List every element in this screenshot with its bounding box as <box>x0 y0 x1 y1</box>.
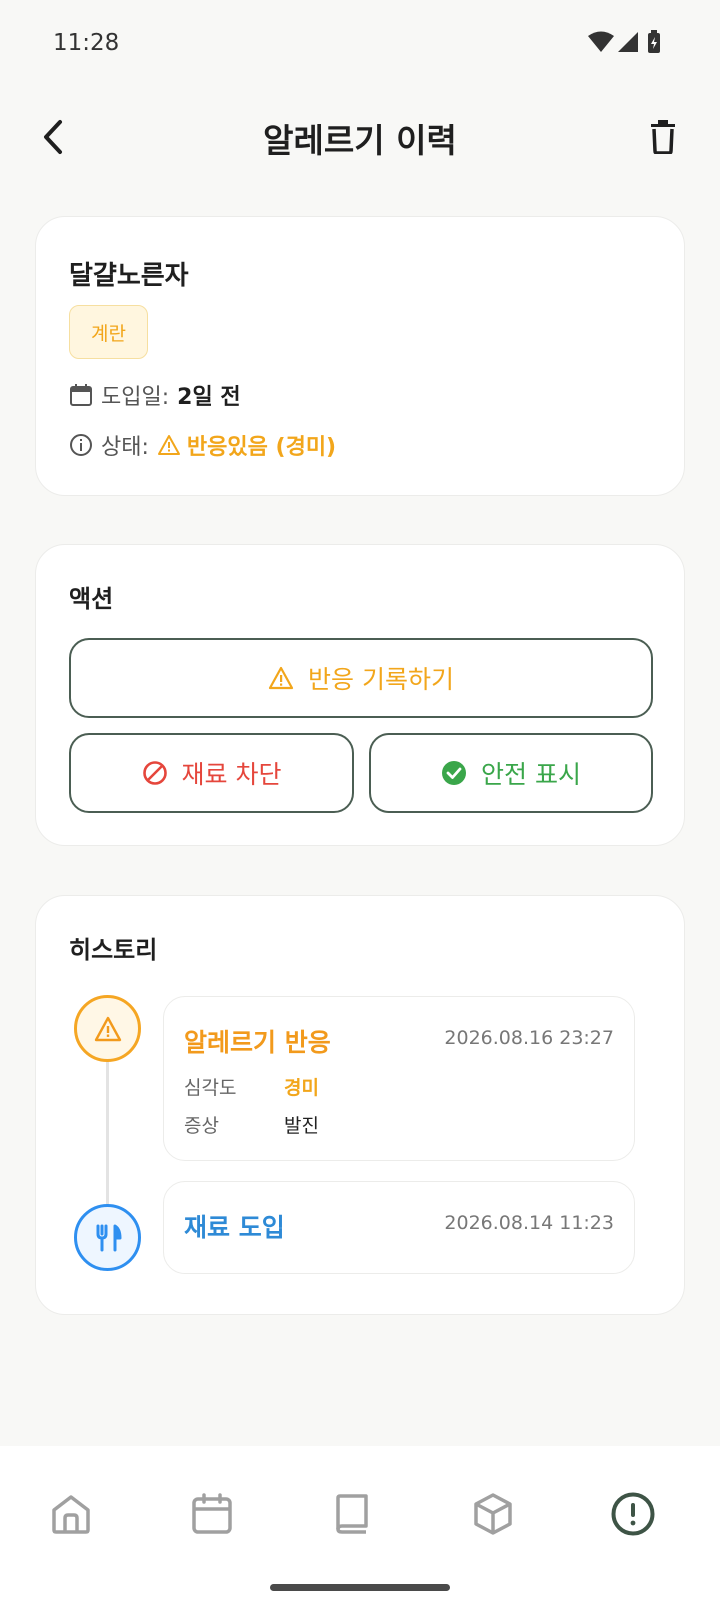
intro-date-value: 2일 전 <box>177 385 241 410</box>
warning-icon <box>268 666 294 690</box>
food-name: 달걀노른자 <box>69 261 189 291</box>
severity-label: 심각도 <box>184 1077 237 1099</box>
actions-card: 액션 반응 기록하기 재료 차단 안전 표시 <box>35 544 685 846</box>
battery-icon <box>648 30 660 53</box>
event-title: 재료 도입 <box>184 1213 285 1242</box>
warning-icon <box>157 435 180 455</box>
home-icon <box>52 1495 90 1534</box>
nav-allergy[interactable] <box>601 1482 665 1546</box>
block-ingredient-button[interactable]: 재료 차단 <box>69 733 354 813</box>
mark-safe-label: 안전 표시 <box>481 760 581 789</box>
intro-date-row: 도입일: 2일 전 <box>69 379 241 411</box>
app-bar: 알레르기 이력 <box>0 100 720 174</box>
event-timestamp: 2026.08.14 11:23 <box>444 1212 614 1234</box>
calendar-icon <box>192 1493 232 1534</box>
wifi-icon <box>588 31 614 52</box>
bottom-nav <box>0 1446 720 1607</box>
symptom-value: 발진 <box>284 1115 319 1137</box>
status-icons <box>586 30 676 56</box>
trash-icon <box>651 120 675 154</box>
severity-value: 경미 <box>284 1077 319 1099</box>
signal-icon <box>618 32 638 52</box>
check-circle-icon <box>442 761 467 785</box>
nav-book[interactable] <box>320 1482 384 1546</box>
calendar-icon <box>70 384 92 406</box>
status-row: 상태: 반응있음 (경미) <box>69 429 336 461</box>
block-icon <box>142 761 167 785</box>
severity-row: 심각도 경미 <box>184 1073 319 1100</box>
status-time: 11:28 <box>53 30 120 56</box>
food-info-card: 달걀노른자 계란 도입일: 2일 전 상태: 반응있음 (경미) <box>35 216 685 496</box>
nav-box[interactable] <box>461 1482 525 1546</box>
record-reaction-label: 반응 기록하기 <box>308 665 454 694</box>
actions-title: 액션 <box>69 585 114 613</box>
food-tag-chip: 계란 <box>69 305 148 359</box>
warning-icon <box>94 1016 121 1041</box>
timeline-dot-intro <box>74 1204 141 1271</box>
symptom-label: 증상 <box>184 1115 219 1137</box>
history-title: 히스토리 <box>69 936 158 964</box>
history-event-intro[interactable]: 재료 도입 2026.08.14 11:23 <box>163 1181 635 1274</box>
event-title: 알레르기 반응 <box>184 1028 331 1057</box>
intro-date-label: 도입일: <box>101 385 170 410</box>
symptom-row: 증상 발진 <box>184 1111 319 1138</box>
box-icon <box>474 1493 512 1535</box>
info-icon <box>70 434 92 456</box>
utensils-icon <box>96 1224 121 1251</box>
history-event-reaction[interactable]: 알레르기 반응 2026.08.16 23:27 심각도 경미 증상 발진 <box>163 996 635 1161</box>
nav-home[interactable] <box>39 1482 103 1546</box>
record-reaction-button[interactable]: 반응 기록하기 <box>69 638 653 718</box>
history-card: 히스토리 알레르기 반응 2026.08.16 23:27 심각도 경미 증상 발진… <box>35 895 685 1315</box>
alert-circle-icon <box>611 1492 655 1536</box>
delete-button[interactable] <box>636 110 690 164</box>
home-indicator[interactable] <box>270 1584 450 1591</box>
timeline-dot-reaction <box>74 995 141 1062</box>
event-timestamp: 2026.08.16 23:27 <box>444 1027 614 1049</box>
nav-calendar[interactable] <box>180 1482 244 1546</box>
block-ingredient-label: 재료 차단 <box>181 760 282 789</box>
status-value: 반응있음 (경미) <box>186 435 337 460</box>
status-bar: 11:28 <box>0 0 720 88</box>
mark-safe-button[interactable]: 안전 표시 <box>369 733 653 813</box>
book-icon <box>336 1494 368 1534</box>
page-title: 알레르기 이력 <box>263 121 457 160</box>
status-label: 상태: <box>101 435 149 460</box>
